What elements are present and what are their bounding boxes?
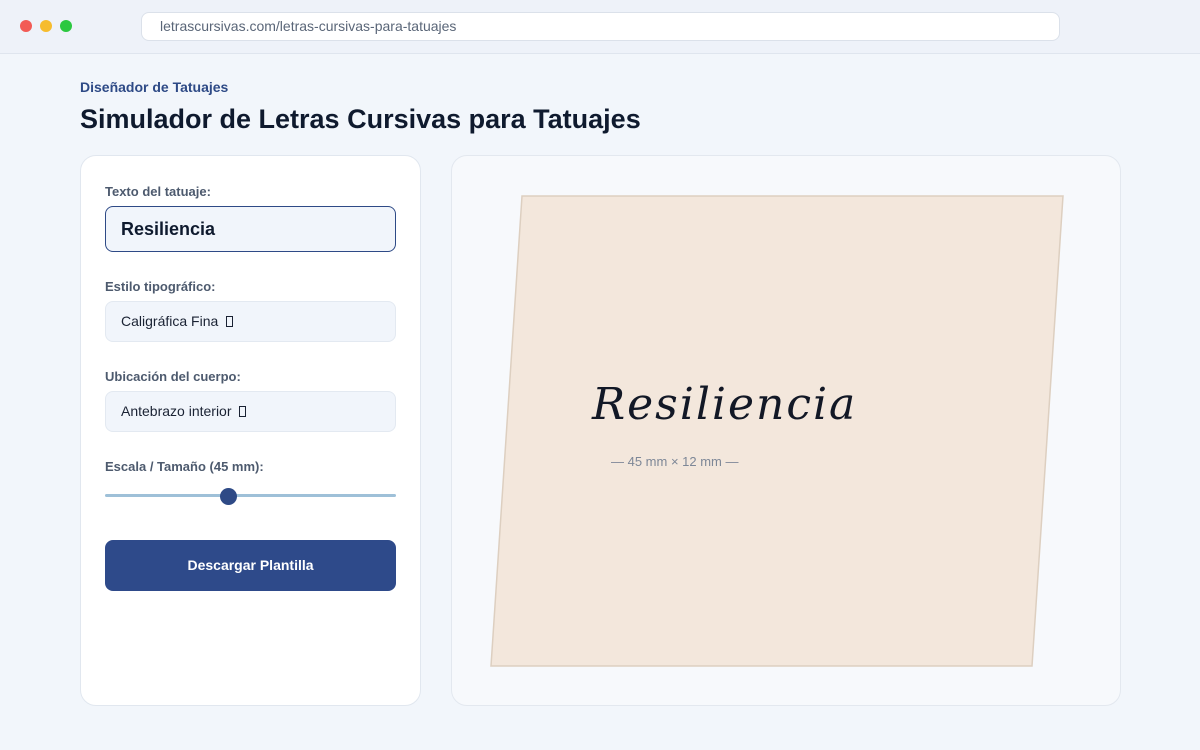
tattoo-preview-text: Resiliencia xyxy=(592,379,858,430)
page-kicker: Diseñador de Tatuajes xyxy=(80,79,229,95)
page-title: Simulador de Letras Cursivas para Tatuaj… xyxy=(80,104,641,134)
minimize-window-icon[interactable] xyxy=(40,20,52,32)
skin-area xyxy=(490,195,1064,667)
placement-value: Antebrazo interior xyxy=(121,403,232,419)
placement-label: Ubicación del cuerpo: xyxy=(105,369,241,384)
dropdown-caret-icon xyxy=(239,406,247,417)
text-field-label: Texto del tatuaje: xyxy=(105,184,211,199)
scale-label: Escala / Tamaño (45 mm): xyxy=(105,459,264,474)
font-style-select[interactable]: Caligráfica Fina xyxy=(105,301,396,342)
slider-thumb[interactable] xyxy=(220,488,237,505)
dropdown-caret-icon xyxy=(226,316,234,327)
scale-slider[interactable] xyxy=(105,486,396,506)
font-style-label: Estilo tipográfico: xyxy=(105,279,216,294)
font-style-value: Caligráfica Fina xyxy=(121,313,219,329)
controls-panel: Texto del tatuaje: Estilo tipográfico: C… xyxy=(80,155,421,706)
tattoo-text-input[interactable] xyxy=(105,206,396,252)
download-template-button[interactable]: Descargar Plantilla xyxy=(105,540,396,591)
maximize-window-icon[interactable] xyxy=(60,20,72,32)
slider-track[interactable] xyxy=(105,494,396,497)
skin-preview xyxy=(490,195,1064,667)
browser-chrome: letrascursivas.com/letras-cursivas-para-… xyxy=(0,0,1200,54)
placement-select[interactable]: Antebrazo interior xyxy=(105,391,396,432)
address-bar[interactable]: letrascursivas.com/letras-cursivas-para-… xyxy=(141,12,1060,41)
close-window-icon[interactable] xyxy=(20,20,32,32)
preview-panel: Resiliencia — 45 mm × 12 mm — xyxy=(451,155,1121,706)
dimensions-label: — 45 mm × 12 mm — xyxy=(611,454,739,469)
